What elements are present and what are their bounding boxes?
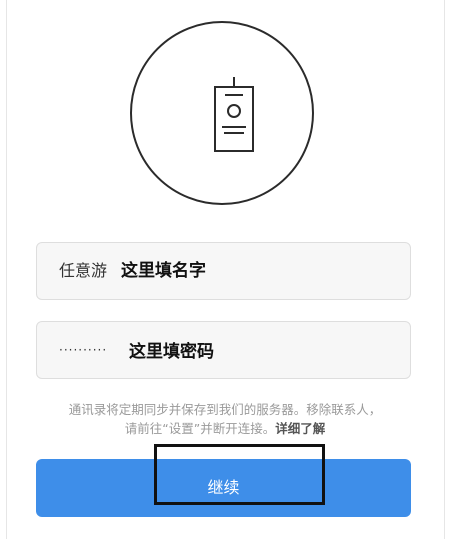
right-edge-line (444, 0, 445, 539)
password-field-mask: ·········· (59, 343, 108, 357)
name-field[interactable]: 任意游 这里填名字 (36, 242, 411, 300)
sync-notice-line1: 通讯录将定期同步并保存到我们的服务器。移除联系人， (68, 402, 382, 417)
id-badge-icon (214, 77, 254, 152)
highlight-box (154, 444, 325, 505)
sync-notice-text: 请前往“设置”并断开连接。 (124, 421, 276, 436)
password-field-annotation: 这里填密码 (129, 342, 214, 362)
sync-notice-line2: 请前往“设置”并断开连接。详细了解 (30, 419, 420, 438)
sync-notice: 通讯录将定期同步并保存到我们的服务器。移除联系人， 请前往“设置”并断开连接。详… (30, 400, 420, 438)
password-field[interactable]: ·········· 这里填密码 (36, 321, 411, 379)
name-field-value: 任意游 (59, 261, 108, 280)
left-edge-line (6, 0, 7, 539)
profile-photo-button[interactable] (130, 21, 314, 205)
learn-more-link[interactable]: 详细了解 (275, 421, 325, 436)
name-field-annotation: 这里填名字 (121, 261, 206, 281)
